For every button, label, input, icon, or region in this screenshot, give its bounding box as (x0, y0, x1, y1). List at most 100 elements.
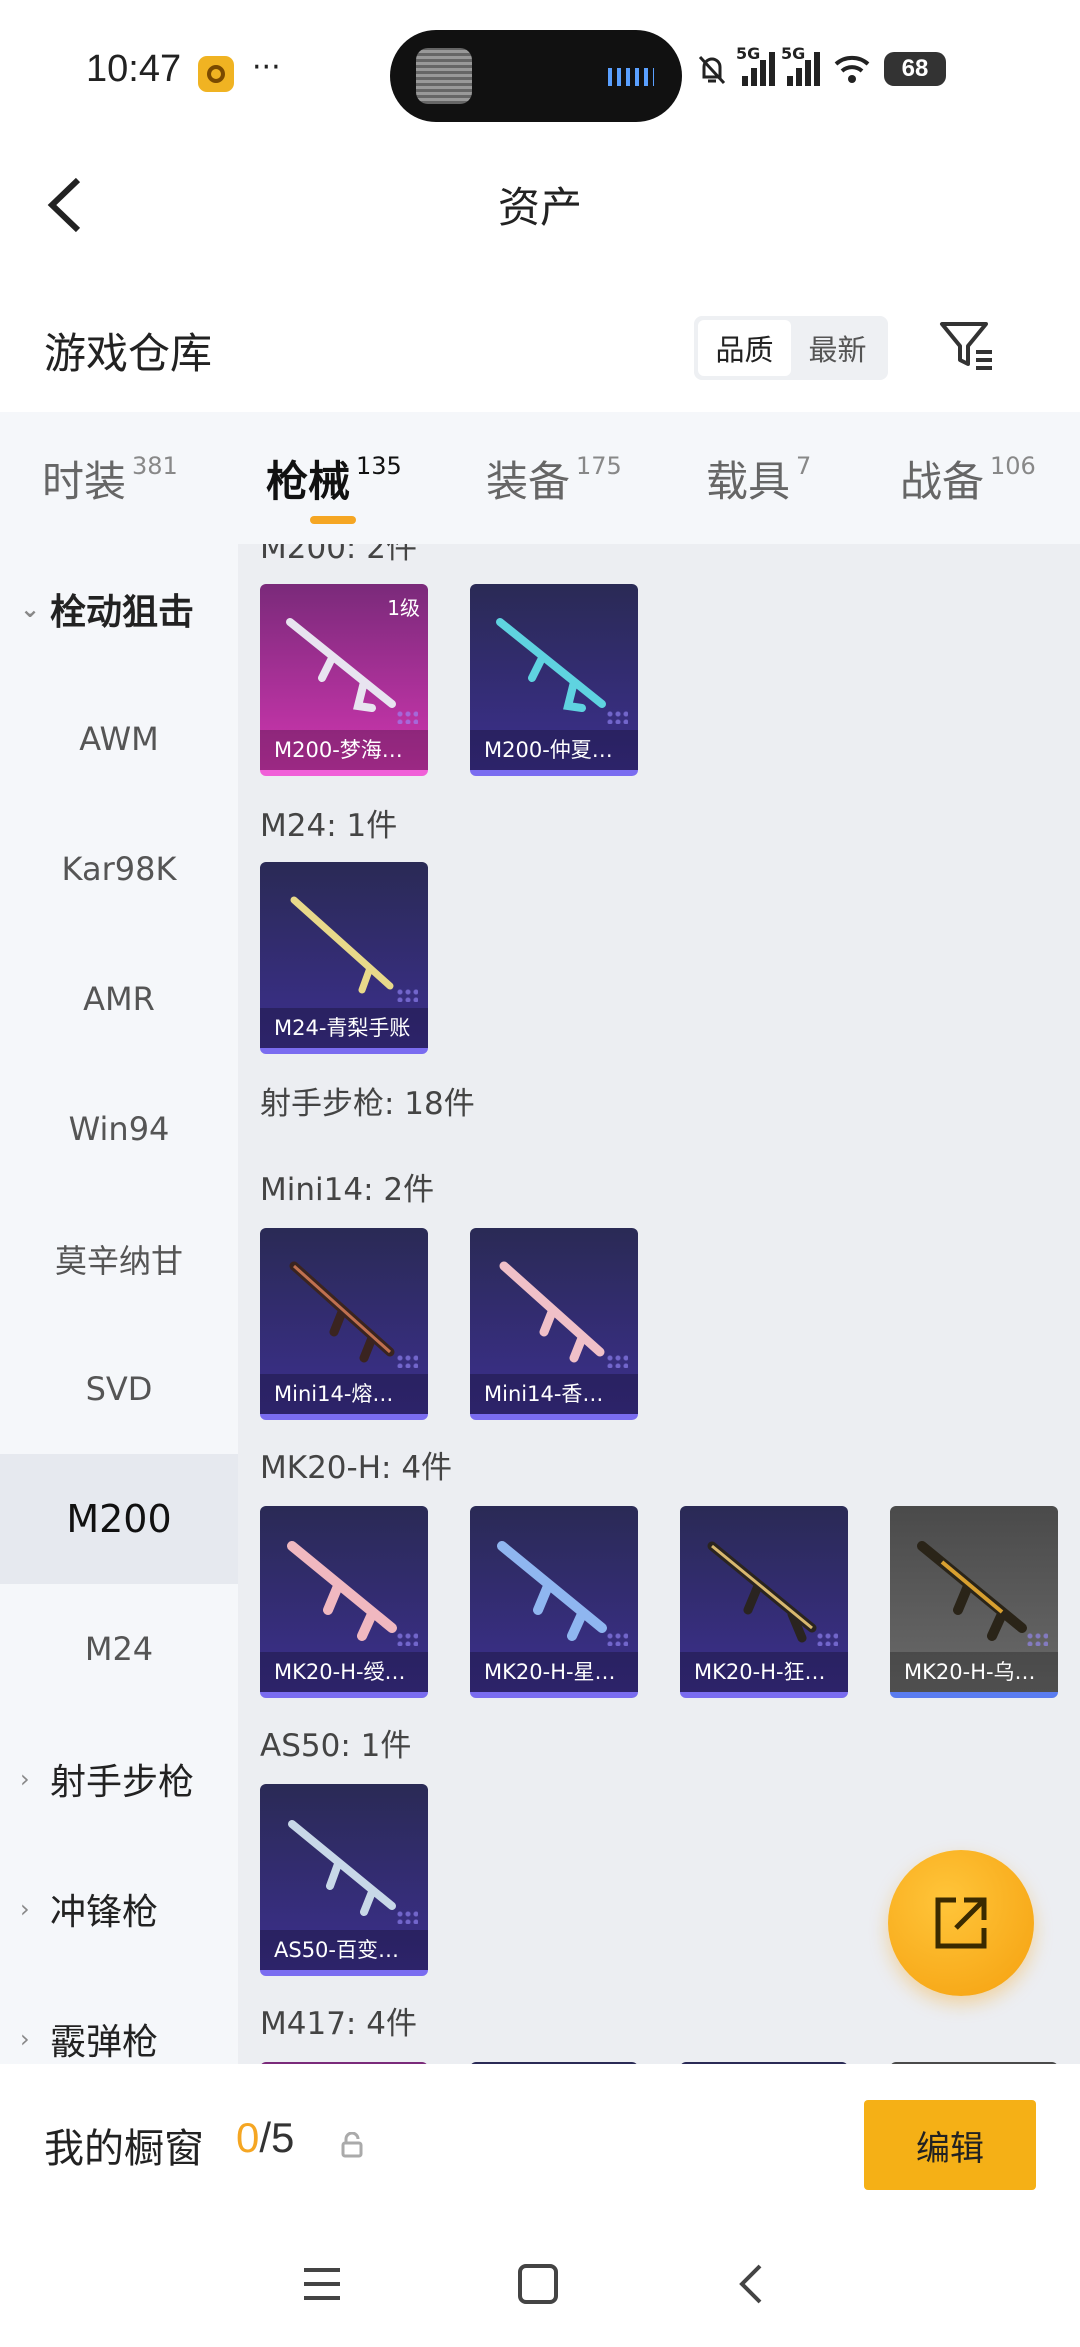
tab-vehicles[interactable]: 载具 7 (706, 412, 811, 544)
signal-icon: 5G (781, 44, 820, 86)
weapon-card[interactable]: MK20-H-狂… (680, 1506, 848, 1698)
tab-fashion[interactable]: 时装 381 (42, 412, 178, 544)
sidebar-group-marksman[interactable]: › 射手步枪 (0, 1714, 238, 1844)
battery-icon: 68 (884, 52, 946, 86)
rifle-icon (287, 1541, 397, 1641)
tab-equipment[interactable]: 装备 175 (486, 412, 622, 544)
home-icon[interactable] (508, 2254, 568, 2314)
weapon-card[interactable]: MK20-H-乌… (890, 1506, 1058, 1698)
media-thumbnail-icon (416, 48, 472, 104)
chevron-right-icon: › (20, 2025, 30, 2053)
decor-dots (816, 1632, 838, 1646)
rifle-icon (497, 1541, 607, 1641)
sort-quality-button[interactable]: 品质 (698, 320, 791, 376)
status-bar: 10:47 ··· 5G 5G 68 (0, 0, 1080, 140)
rifle-icon (707, 1541, 817, 1643)
chevron-right-icon: › (20, 1765, 30, 1793)
weapon-name: MK20-H-狂… (680, 1652, 848, 1692)
status-icons: 5G 5G 68 (694, 44, 946, 94)
section-label-marksman: 射手步枪: 18件 (260, 1086, 475, 1122)
weapon-name: M24-青梨手账 (260, 1008, 428, 1048)
section-label-m24: M24: 1件 (260, 808, 398, 844)
sidebar-item-kar98k[interactable]: Kar98K (0, 804, 238, 934)
weapon-name: MK20-H-乌… (890, 1652, 1058, 1692)
sidebar-item-awm[interactable]: AWM (0, 674, 238, 804)
weapon-card[interactable]: M24-青梨手账 (260, 862, 428, 1054)
decor-dots (396, 710, 418, 724)
weapon-card[interactable]: Mini14-熔岩… (260, 1228, 428, 1420)
mute-bell-icon (698, 55, 726, 85)
edit-button[interactable]: 编辑 (864, 2100, 1036, 2190)
sidebar-item-m200[interactable]: M200 (0, 1454, 238, 1584)
tab-guns[interactable]: 枪械 135 (266, 412, 402, 544)
sort-toggle: 品质 最新 (694, 316, 888, 380)
section-label-mk20: MK20-H: 4件 (260, 1450, 453, 1486)
warehouse-title: 游戏仓库 (44, 329, 213, 378)
sidebar-item-m24[interactable]: M24 (0, 1584, 238, 1714)
lock-icon (341, 2132, 363, 2158)
showcase-bar: 我的橱窗 0/5 编辑 (0, 2066, 1080, 2226)
weapon-name: Mini14-熔岩… (260, 1374, 428, 1414)
weapon-card[interactable]: AS50-百变… (260, 1784, 428, 1976)
sidebar-item-win94[interactable]: Win94 (0, 1064, 238, 1194)
weapon-card[interactable]: M200-仲夏… (470, 584, 638, 776)
dynamic-island (390, 30, 682, 122)
active-tab-indicator (310, 516, 356, 524)
page-title: 资产 (497, 183, 582, 232)
chevron-down-icon: ⌄ (20, 595, 41, 623)
decor-dots (396, 1632, 418, 1646)
decor-dots (606, 710, 628, 724)
weapon-card[interactable] (470, 2062, 638, 2064)
category-tabs: 时装 381 枪械 135 装备 175 载具 7 战备 106 (0, 412, 1080, 544)
status-time: 10:47 (86, 48, 182, 90)
weapon-card[interactable]: MK20-H-星… (470, 1506, 638, 1698)
signal-icon: 5G (736, 44, 775, 86)
weapon-card[interactable]: MK20-H-绶… (260, 1506, 428, 1698)
rifle-icon (290, 896, 394, 994)
sidebar-item-svd[interactable]: SVD (0, 1324, 238, 1454)
decor-dots (396, 988, 418, 1002)
weapon-card[interactable] (890, 2062, 1058, 2064)
section-label-as50: AS50: 1件 (260, 1728, 412, 1764)
section-label-m200: M200: 2件 (260, 544, 417, 566)
section-label-mini14: Mini14: 2件 (260, 1172, 435, 1208)
weapon-name: Mini14-香桃… (470, 1374, 638, 1414)
tab-battle-gear[interactable]: 战备 106 (900, 412, 1036, 544)
app-notification-icon (198, 56, 234, 92)
chevron-right-icon: › (20, 1895, 30, 1923)
share-button[interactable] (888, 1850, 1034, 1996)
sidebar-group-smg[interactable]: › 冲锋枪 (0, 1844, 238, 1974)
sidebar-group-shotgun[interactable]: › 霰弹枪 (0, 1974, 238, 2064)
weapon-category-sidebar: ⌄ 栓动狙击 AWM Kar98K AMR Win94 莫辛纳甘 SVD M200… (0, 544, 238, 2064)
decor-dots (396, 1910, 418, 1924)
filter-icon[interactable] (936, 316, 996, 376)
rifle-icon (289, 1261, 395, 1363)
rifle-icon (499, 1261, 605, 1363)
menu-icon[interactable] (292, 2254, 352, 2314)
weapon-card[interactable]: Mini14-香桃… (470, 1228, 638, 1420)
rifle-icon (288, 1820, 396, 1916)
weapon-name: MK20-H-星… (470, 1652, 638, 1692)
decor-dots (606, 1632, 628, 1646)
decor-dots (396, 1354, 418, 1368)
sidebar-item-mosin[interactable]: 莫辛纳甘 (0, 1194, 238, 1324)
weapon-name: AS50-百变… (260, 1930, 428, 1970)
sidebar-group-bolt-action[interactable]: ⌄ 栓动狙击 (0, 544, 238, 674)
showcase-count: 0/5 (236, 2114, 295, 2161)
rifle-icon (496, 618, 606, 712)
rifle-icon (286, 618, 396, 712)
weapon-grid: M200: 2件 1级 M200-梦海… M200-仲夏… M24: 1件 M2… (238, 544, 1080, 2064)
sort-newest-button[interactable]: 最新 (791, 320, 884, 376)
back-icon[interactable] (722, 2254, 782, 2314)
decor-dots (1026, 1632, 1048, 1646)
showcase-label: 我的橱窗 (44, 2126, 204, 2172)
audio-wave-icon (608, 68, 654, 86)
sidebar-item-amr[interactable]: AMR (0, 934, 238, 1064)
wifi-icon (834, 55, 870, 83)
weapon-card[interactable] (680, 2062, 848, 2064)
weapon-card[interactable] (260, 2062, 428, 2064)
weapon-card[interactable]: 1级 M200-梦海… (260, 584, 428, 776)
rifle-icon (917, 1541, 1027, 1641)
level-badge: 1级 (387, 596, 420, 620)
weapon-name: M200-梦海… (260, 730, 428, 770)
